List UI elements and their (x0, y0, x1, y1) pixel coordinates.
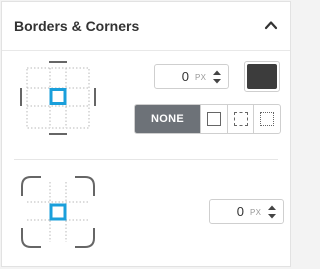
solid-border-icon (206, 112, 221, 126)
corner-radius-selector[interactable] (19, 174, 97, 250)
border-color-swatch[interactable] (244, 61, 280, 92)
section-divider (14, 159, 278, 160)
border-style-none-button[interactable]: NONE (135, 105, 201, 133)
border-style-solid-button[interactable] (200, 105, 227, 133)
borders-corners-panel: Borders & Corners PX (1, 1, 291, 267)
border-style-dotted-button[interactable] (253, 105, 280, 133)
corner-bottom-left[interactable] (21, 228, 41, 248)
border-style-selector: NONE (134, 104, 281, 134)
border-width-unit: PX (195, 73, 207, 82)
panel-header[interactable]: Borders & Corners (2, 2, 290, 51)
panel-title: Borders & Corners (14, 18, 140, 34)
dotted-border-icon (260, 112, 275, 126)
border-width-input[interactable] (155, 65, 189, 88)
border-color-fill (247, 64, 277, 89)
corner-top-right[interactable] (75, 176, 95, 196)
corner-radius-unit: PX (250, 208, 262, 217)
border-width-input-group[interactable]: PX (154, 64, 229, 89)
border-sides-selector[interactable] (19, 60, 97, 136)
chevron-up-icon[interactable] (262, 16, 280, 34)
spinner-icon[interactable] (267, 204, 277, 220)
corner-top-left[interactable] (21, 176, 41, 196)
dashed-border-icon (233, 112, 248, 126)
spinner-icon[interactable] (212, 69, 222, 85)
border-style-dashed-button[interactable] (226, 105, 254, 133)
corner-bottom-right[interactable] (75, 228, 95, 248)
corner-radius-input-group[interactable]: PX (209, 199, 284, 224)
corner-radius-input[interactable] (210, 200, 244, 223)
border-all-sides-selected[interactable] (49, 88, 67, 105)
corner-all-selected[interactable] (49, 203, 67, 221)
